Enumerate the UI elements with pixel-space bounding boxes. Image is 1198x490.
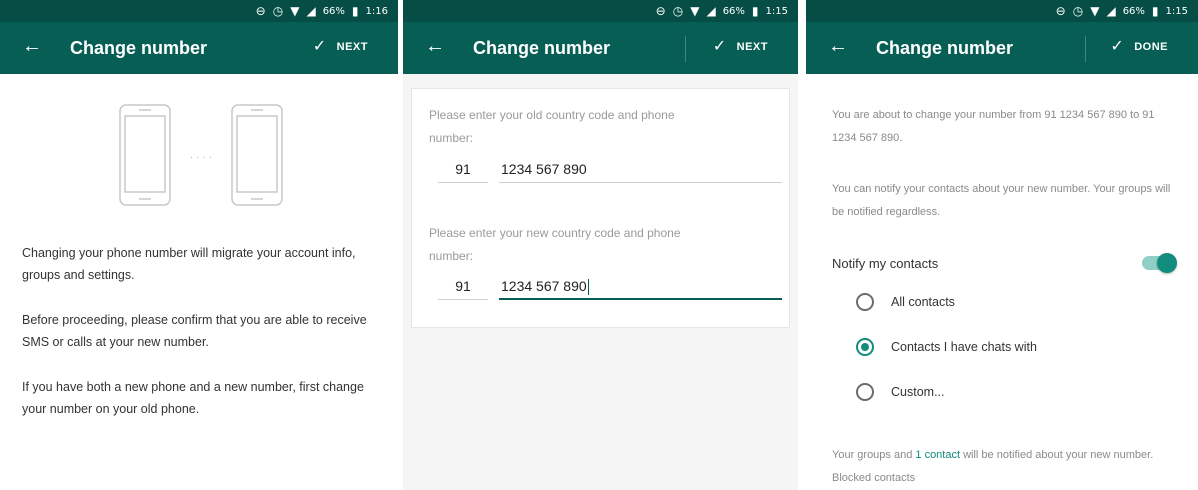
wifi-icon: ▼ — [690, 4, 700, 18]
old-phone-instruction-text: If you have both a new phone and a new n… — [22, 380, 364, 416]
battery-icon: ▮ — [751, 4, 759, 18]
radio-all-contacts[interactable]: All contacts — [856, 293, 955, 311]
status-bar: ⊖ ◷ ▼ ◢ 66% ▮ 1:15 — [403, 0, 798, 22]
new-number-prompt: Please enter your new country code and p… — [429, 226, 681, 263]
wifi-icon: ▼ — [290, 4, 300, 18]
next-button[interactable]: ✓ NEXT — [713, 39, 768, 55]
screen-enter-numbers: ⊖ ◷ ▼ ◢ 66% ▮ 1:15 ← Change number ✓ NEX… — [403, 0, 798, 490]
app-bar: ← Change number ✓ NEXT — [0, 22, 398, 74]
clock: 1:15 — [1165, 5, 1188, 17]
sync-icon: ⊖ — [1055, 4, 1066, 18]
alarm-icon: ◷ — [1072, 4, 1084, 18]
page-title: Change number — [473, 38, 611, 58]
footer-prefix: Your groups and — [832, 449, 916, 461]
notify-contacts-toggle[interactable] — [1142, 253, 1177, 273]
toggle-knob — [1157, 253, 1177, 273]
new-phone-value: 1234 567 890 — [501, 278, 587, 294]
notify-info-text: You can notify your contacts about your … — [832, 183, 1171, 218]
phone-number-form: Please enter your old country code and p… — [411, 88, 790, 328]
check-icon: ✓ — [1110, 38, 1125, 55]
new-phone-input[interactable]: 1234 567 890 — [499, 276, 782, 300]
app-bar: ← Change number ✓ DONE — [806, 22, 1198, 74]
illustration-dots: . . . . — [190, 150, 212, 161]
phone-migration-illustration: . . . . — [119, 104, 283, 206]
radio-label: Contacts I have chats with — [891, 340, 1037, 354]
radio-label: All contacts — [891, 295, 955, 309]
battery-icon: ▮ — [351, 4, 359, 18]
sync-icon: ⊖ — [655, 4, 666, 18]
migration-info-text: Changing your phone number will migrate … — [22, 246, 356, 282]
old-number-prompt: Please enter your old country code and p… — [429, 108, 675, 145]
clock: 1:15 — [765, 5, 788, 17]
page-title: Change number — [70, 38, 208, 58]
old-phone-icon — [119, 104, 171, 206]
radio-custom[interactable]: Custom... — [856, 383, 945, 401]
radio-contacts-with-chats[interactable]: Contacts I have chats with — [856, 338, 1037, 356]
battery-level: 66% — [722, 5, 745, 17]
screen-notify-contacts: ⊖ ◷ ▼ ◢ 66% ▮ 1:15 ← Change number ✓ DON… — [806, 0, 1198, 490]
confirm-sms-text: Before proceeding, please confirm that y… — [22, 313, 367, 349]
new-country-code-input[interactable]: 91 — [438, 276, 488, 300]
status-bar: ⊖ ◷ ▼ ◢ 66% ▮ 1:16 — [0, 0, 398, 22]
radio-checked-icon — [856, 338, 874, 356]
notify-contacts-label: Notify my contacts — [832, 256, 939, 271]
signal-icon: ◢ — [306, 4, 316, 18]
action-divider — [685, 36, 686, 62]
next-label: NEXT — [336, 41, 368, 53]
battery-level: 66% — [1122, 5, 1145, 17]
page-title: Change number — [876, 38, 1014, 58]
wifi-icon: ▼ — [1090, 4, 1100, 18]
change-summary-text: You are about to change your number from… — [832, 109, 1155, 144]
back-arrow-icon[interactable]: ← — [425, 36, 445, 56]
next-label: NEXT — [736, 41, 768, 53]
alarm-icon: ◷ — [672, 4, 684, 18]
next-button[interactable]: ✓ NEXT — [313, 39, 368, 55]
new-phone-icon — [231, 104, 283, 206]
done-button[interactable]: ✓ DONE — [1110, 39, 1168, 55]
screen-intro: ⊖ ◷ ▼ ◢ 66% ▮ 1:16 ← Change number ✓ NEX… — [0, 0, 398, 490]
action-divider — [1085, 36, 1086, 62]
radio-unchecked-icon — [856, 293, 874, 311]
text-cursor — [587, 279, 589, 296]
radio-label: Custom... — [891, 385, 945, 399]
back-arrow-icon[interactable]: ← — [828, 36, 848, 56]
old-phone-input[interactable]: 1234 567 890 — [499, 159, 782, 183]
radio-unchecked-icon — [856, 383, 874, 401]
app-bar: ← Change number ✓ NEXT — [403, 22, 798, 74]
check-icon: ✓ — [712, 38, 727, 55]
check-icon: ✓ — [312, 38, 327, 55]
old-country-code-input[interactable]: 91 — [438, 159, 488, 183]
contact-count-link[interactable]: 1 contact — [915, 449, 960, 461]
clock: 1:16 — [365, 5, 388, 17]
alarm-icon: ◷ — [272, 4, 284, 18]
groups-notified-text: Your groups and 1 contact will be notifi… — [832, 444, 1182, 490]
signal-icon: ◢ — [706, 4, 716, 18]
battery-level: 66% — [322, 5, 345, 17]
sync-icon: ⊖ — [255, 4, 266, 18]
battery-icon: ▮ — [1151, 4, 1159, 18]
done-label: DONE — [1134, 41, 1168, 53]
back-arrow-icon[interactable]: ← — [22, 36, 42, 56]
status-bar: ⊖ ◷ ▼ ◢ 66% ▮ 1:15 — [806, 0, 1198, 22]
signal-icon: ◢ — [1106, 4, 1116, 18]
